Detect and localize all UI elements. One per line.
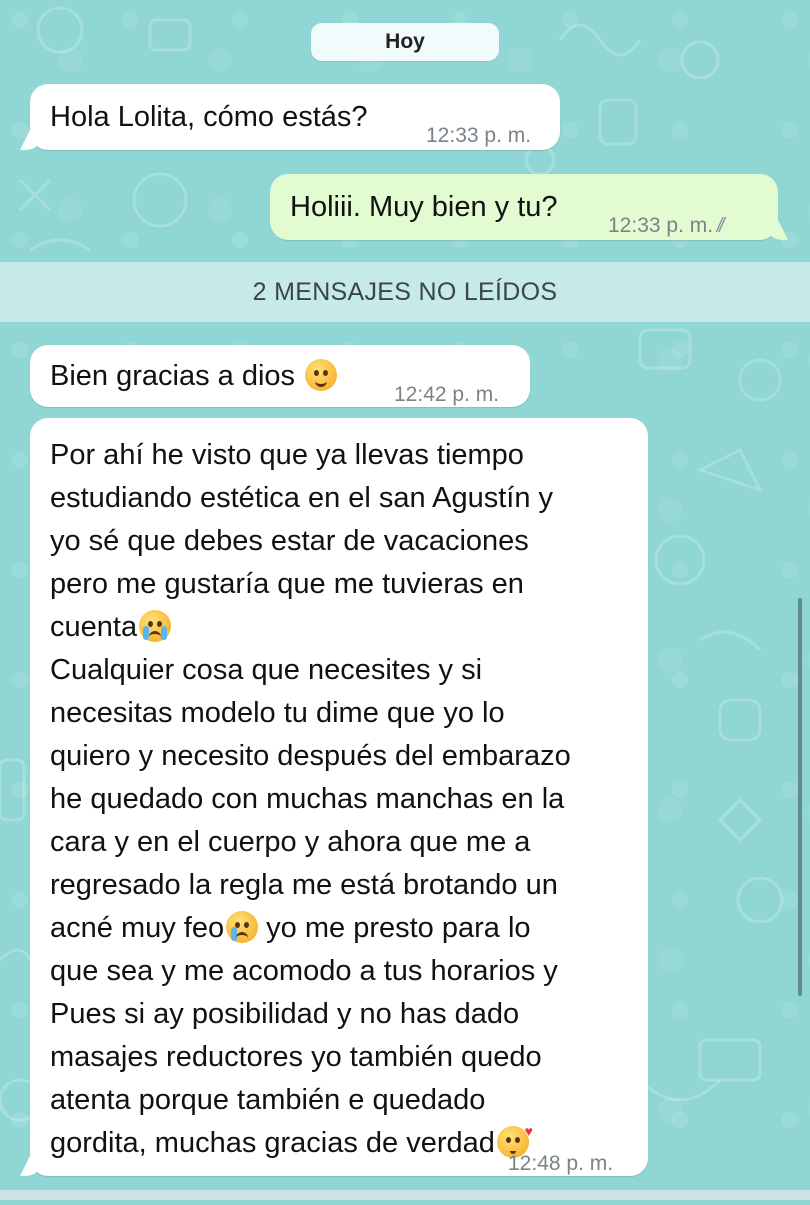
message-line: necesitas modelo tu dime que yo lo xyxy=(50,697,505,729)
scrollbar[interactable] xyxy=(798,598,802,996)
message-line: Pues si ay posibilidad y no has dado xyxy=(50,998,520,1030)
message-line-text: gordita, muchas gracias de verdad xyxy=(50,1127,495,1159)
message-line: que sea y me acomodo a tus horarios y xyxy=(50,955,558,987)
message-line-text: yo me presto para lo xyxy=(258,912,531,944)
message-text: Hola Lolita, cómo estás? xyxy=(50,101,368,133)
message-line: quiero y necesito después del embarazo xyxy=(50,740,571,772)
message-bubble-incoming[interactable]: Por ahí he visto que ya llevas tiempo es… xyxy=(30,418,648,1176)
message-line: Cualquier cosa que necesites y si xyxy=(50,654,483,686)
message-timestamp: 12:33 p. m. xyxy=(608,214,714,237)
hugging-face-icon xyxy=(305,359,338,391)
message-line: Por ahí he visto que ya llevas tiempo xyxy=(50,439,524,471)
message-line: he quedado con muchas manchas en la xyxy=(50,783,565,815)
unread-messages-divider: 2 MENSAJES NO LEÍDOS xyxy=(0,262,810,322)
message-text: Bien gracias a dios xyxy=(50,360,296,392)
message-line: masajes reductores yo también quedo xyxy=(50,1041,542,1073)
message-bubble-incoming[interactable]: Hola Lolita, cómo estás? 12:33 p. m. xyxy=(30,84,560,150)
loudly-crying-face-icon xyxy=(139,610,172,642)
message-bubble-incoming[interactable]: Bien gracias a dios 12:42 p. m. xyxy=(30,345,530,407)
message-line: pero me gustaría que me tuvieras en xyxy=(50,568,524,600)
message-line: yo sé que debes estar de vacaciones xyxy=(50,525,529,557)
crying-face-icon xyxy=(226,911,259,943)
message-bubble-outgoing[interactable]: Holiii. Muy bien y tu? 12:33 p. m.// xyxy=(270,174,778,240)
message-timestamp: 12:42 p. m. xyxy=(394,383,500,406)
message-line: atenta porque también e quedado xyxy=(50,1084,486,1116)
bottom-edge xyxy=(0,1190,810,1200)
message-timestamp: 12:48 p. m. xyxy=(508,1152,614,1175)
unread-divider-label: 2 MENSAJES NO LEÍDOS xyxy=(252,277,558,306)
message-line: estudiando estética en el san Agustín y xyxy=(50,482,554,514)
message-line-text: acné muy feo xyxy=(50,912,225,944)
message-line: cuenta xyxy=(50,606,638,649)
message-line: regresado la regla me está brotando un xyxy=(50,869,558,901)
message-line: acné muy feo yo me presto para lo xyxy=(50,907,638,950)
message-line-text: cuenta xyxy=(50,611,138,643)
message-line: cara y en el cuerpo y ahora que me a xyxy=(50,826,531,858)
date-chip-label: Hoy xyxy=(385,30,425,53)
message-text: Holiii. Muy bien y tu? xyxy=(290,191,558,223)
message-timestamp: 12:33 p. m. xyxy=(426,124,532,147)
date-chip: Hoy xyxy=(311,23,499,61)
message-meta: 12:33 p. m.// xyxy=(608,204,727,248)
